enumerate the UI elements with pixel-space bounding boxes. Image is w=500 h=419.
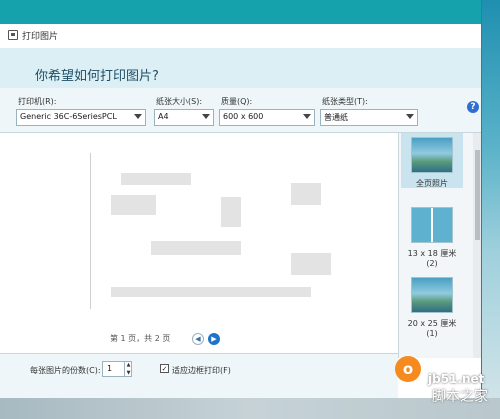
paper-size-select[interactable]: A4	[154, 109, 214, 126]
13x18-thumbnail	[411, 207, 453, 243]
decrement-icon[interactable]: ▼	[125, 369, 132, 377]
layout-option-20x25[interactable]: 20 x 25 厘米 (1)	[401, 273, 463, 338]
desktop-background	[482, 0, 500, 419]
printer-select[interactable]: Generic 36C-6SeriesPCL	[16, 109, 146, 126]
increment-icon[interactable]: ▲	[125, 361, 132, 369]
print-pictures-window: 打印图片 你希望如何打印图片? 打印机(R): Generic 36C-6Ser…	[0, 0, 482, 398]
printer-icon	[8, 30, 18, 40]
fit-frame-checkbox[interactable]: ✓	[160, 364, 169, 373]
page-indicator: 第 1 页，共 2 页	[110, 334, 171, 343]
paper-type-label: 纸张类型(T):	[322, 97, 368, 106]
fit-frame-label: 适应边框打印(F)	[172, 366, 231, 375]
next-page-button[interactable]: ▶	[208, 333, 220, 345]
chevron-down-icon	[134, 114, 142, 119]
paper-type-select[interactable]: 普通纸	[320, 109, 418, 126]
help-icon[interactable]: ?	[467, 101, 479, 113]
preview-page	[90, 153, 352, 309]
paper-type-value: 普通纸	[324, 113, 348, 122]
title-bar-body	[0, 24, 481, 48]
paper-size-value: A4	[158, 112, 169, 121]
quality-value: 600 x 600	[223, 112, 264, 121]
layout-label: 13 x 18 厘米 (2)	[407, 249, 457, 268]
printer-value: Generic 36C-6SeriesPCL	[20, 112, 117, 121]
copies-value: 1	[107, 364, 113, 373]
printer-label: 打印机(R):	[18, 97, 57, 106]
watermark-logo: o	[395, 356, 421, 382]
scrollbar-thumb[interactable]	[475, 150, 480, 240]
layout-label: 20 x 25 厘米 (1)	[407, 319, 457, 338]
desktop-background-bottom	[0, 398, 500, 419]
copies-label: 每张图片的份数(C):	[30, 366, 101, 375]
page-title: 你希望如何打印图片?	[35, 69, 159, 84]
chevron-down-icon	[303, 114, 311, 119]
chevron-down-icon	[202, 114, 210, 119]
quality-select[interactable]: 600 x 600	[219, 109, 315, 126]
layout-label: 全页照片	[416, 179, 448, 188]
window-title: 打印图片	[22, 32, 59, 42]
20x25-thumbnail	[411, 277, 453, 313]
copies-stepper-arrows[interactable]: ▲ ▼	[124, 361, 132, 377]
quality-label: 质量(Q):	[221, 97, 253, 106]
full-page-thumbnail	[411, 137, 453, 173]
layout-option-13x18[interactable]: 13 x 18 厘米 (2)	[401, 203, 463, 268]
layout-option-full-page[interactable]: 全页照片	[401, 133, 463, 188]
watermark-name: 脚本之家	[432, 389, 488, 405]
previous-page-button[interactable]: ◀	[192, 333, 204, 345]
watermark-site: jb51.net	[428, 372, 485, 386]
chevron-down-icon	[406, 114, 414, 119]
paper-size-label: 纸张大小(S):	[156, 97, 203, 106]
